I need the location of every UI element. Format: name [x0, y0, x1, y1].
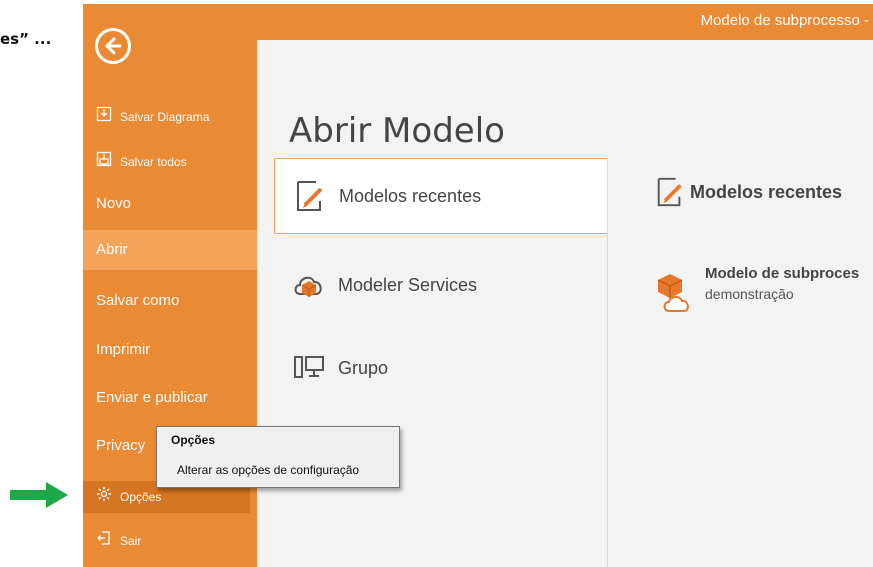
arrow-left-icon — [105, 37, 122, 55]
back-button[interactable] — [95, 28, 131, 64]
sidebar-item-enviar-publicar[interactable]: Enviar e publicar — [83, 378, 257, 418]
options-tooltip: Opções Alterar as opções de configuração — [156, 426, 400, 488]
cloud-cube-icon — [657, 271, 691, 313]
save-all-icon — [96, 150, 112, 176]
tooltip-description: Alterar as opções de configuração — [177, 463, 360, 477]
opcoes-label: Opções — [120, 490, 162, 504]
option-label: Grupo — [338, 357, 389, 378]
option-modeler-services[interactable]: Modeler Services — [274, 247, 608, 323]
recent-model-subtitle: demonstração — [705, 286, 794, 302]
sair-label: Sair — [120, 534, 142, 548]
option-grupo[interactable]: Grupo — [274, 330, 608, 406]
page-title: Abrir Modelo — [289, 110, 505, 151]
recent-model-item[interactable]: Modelo de subproces demonstração — [657, 265, 859, 313]
cloud-cube-icon — [292, 268, 326, 302]
edit-document-icon — [654, 175, 686, 209]
save-diagram-label: Salvar Diagrama — [120, 110, 210, 124]
recent-header-label: Modelos recentes — [690, 181, 843, 202]
recent-header: Modelos recentes — [654, 175, 842, 209]
option-label: Modeler Services — [338, 274, 478, 295]
panel-divider — [607, 158, 608, 567]
sidebar-item-abrir[interactable]: Abrir — [83, 230, 257, 270]
save-all-button[interactable]: Salvar todos — [83, 149, 257, 175]
sidebar-item-sair[interactable]: Sair — [83, 528, 257, 554]
save-all-label: Salvar todos — [120, 155, 187, 169]
recent-model-name: Modelo de subproces — [705, 265, 860, 282]
sidebar-item-salvar-como[interactable]: Salvar como — [83, 281, 257, 321]
sidebar-item-novo[interactable]: Novo — [83, 184, 257, 224]
green-arrow-indicator — [10, 482, 68, 508]
sidebar-item-imprimir[interactable]: Imprimir — [83, 330, 257, 370]
document-text-fragment: es” ... — [0, 30, 52, 48]
save-diagram-button[interactable]: Salvar Diagrama — [83, 104, 257, 130]
exit-icon — [96, 529, 112, 555]
window-title: Modelo de subprocesso - — [700, 12, 869, 29]
edit-document-icon — [293, 179, 327, 213]
save-diagram-icon — [96, 105, 112, 131]
option-label: Modelos recentes — [339, 185, 482, 206]
server-monitor-icon — [292, 351, 326, 385]
tooltip-title: Opções — [171, 433, 216, 447]
gear-icon — [96, 482, 112, 514]
option-modelos-recentes[interactable]: Modelos recentes — [274, 158, 608, 234]
